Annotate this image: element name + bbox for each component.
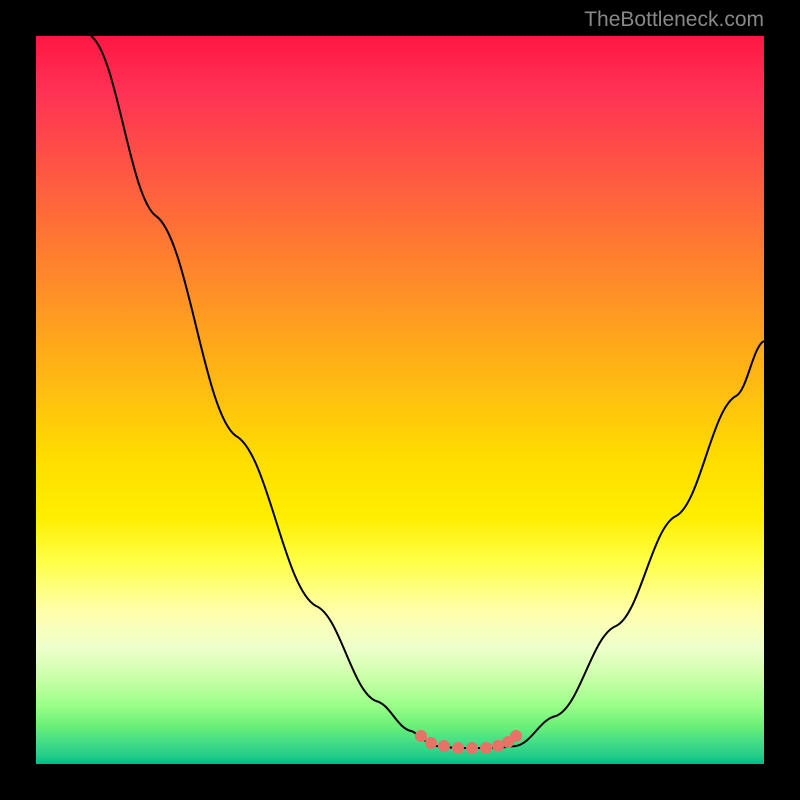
curve-svg bbox=[36, 36, 764, 764]
watermark-text: TheBottleneck.com bbox=[584, 8, 764, 32]
dot bbox=[415, 730, 427, 742]
chart-area bbox=[36, 36, 764, 764]
dot bbox=[452, 742, 464, 754]
left-curve bbox=[91, 36, 436, 746]
dot bbox=[425, 737, 437, 749]
bottom-dots bbox=[415, 730, 522, 754]
dot bbox=[466, 742, 478, 754]
dot bbox=[510, 730, 522, 742]
dot bbox=[438, 740, 450, 752]
right-curve bbox=[516, 341, 764, 746]
dot bbox=[480, 742, 492, 754]
